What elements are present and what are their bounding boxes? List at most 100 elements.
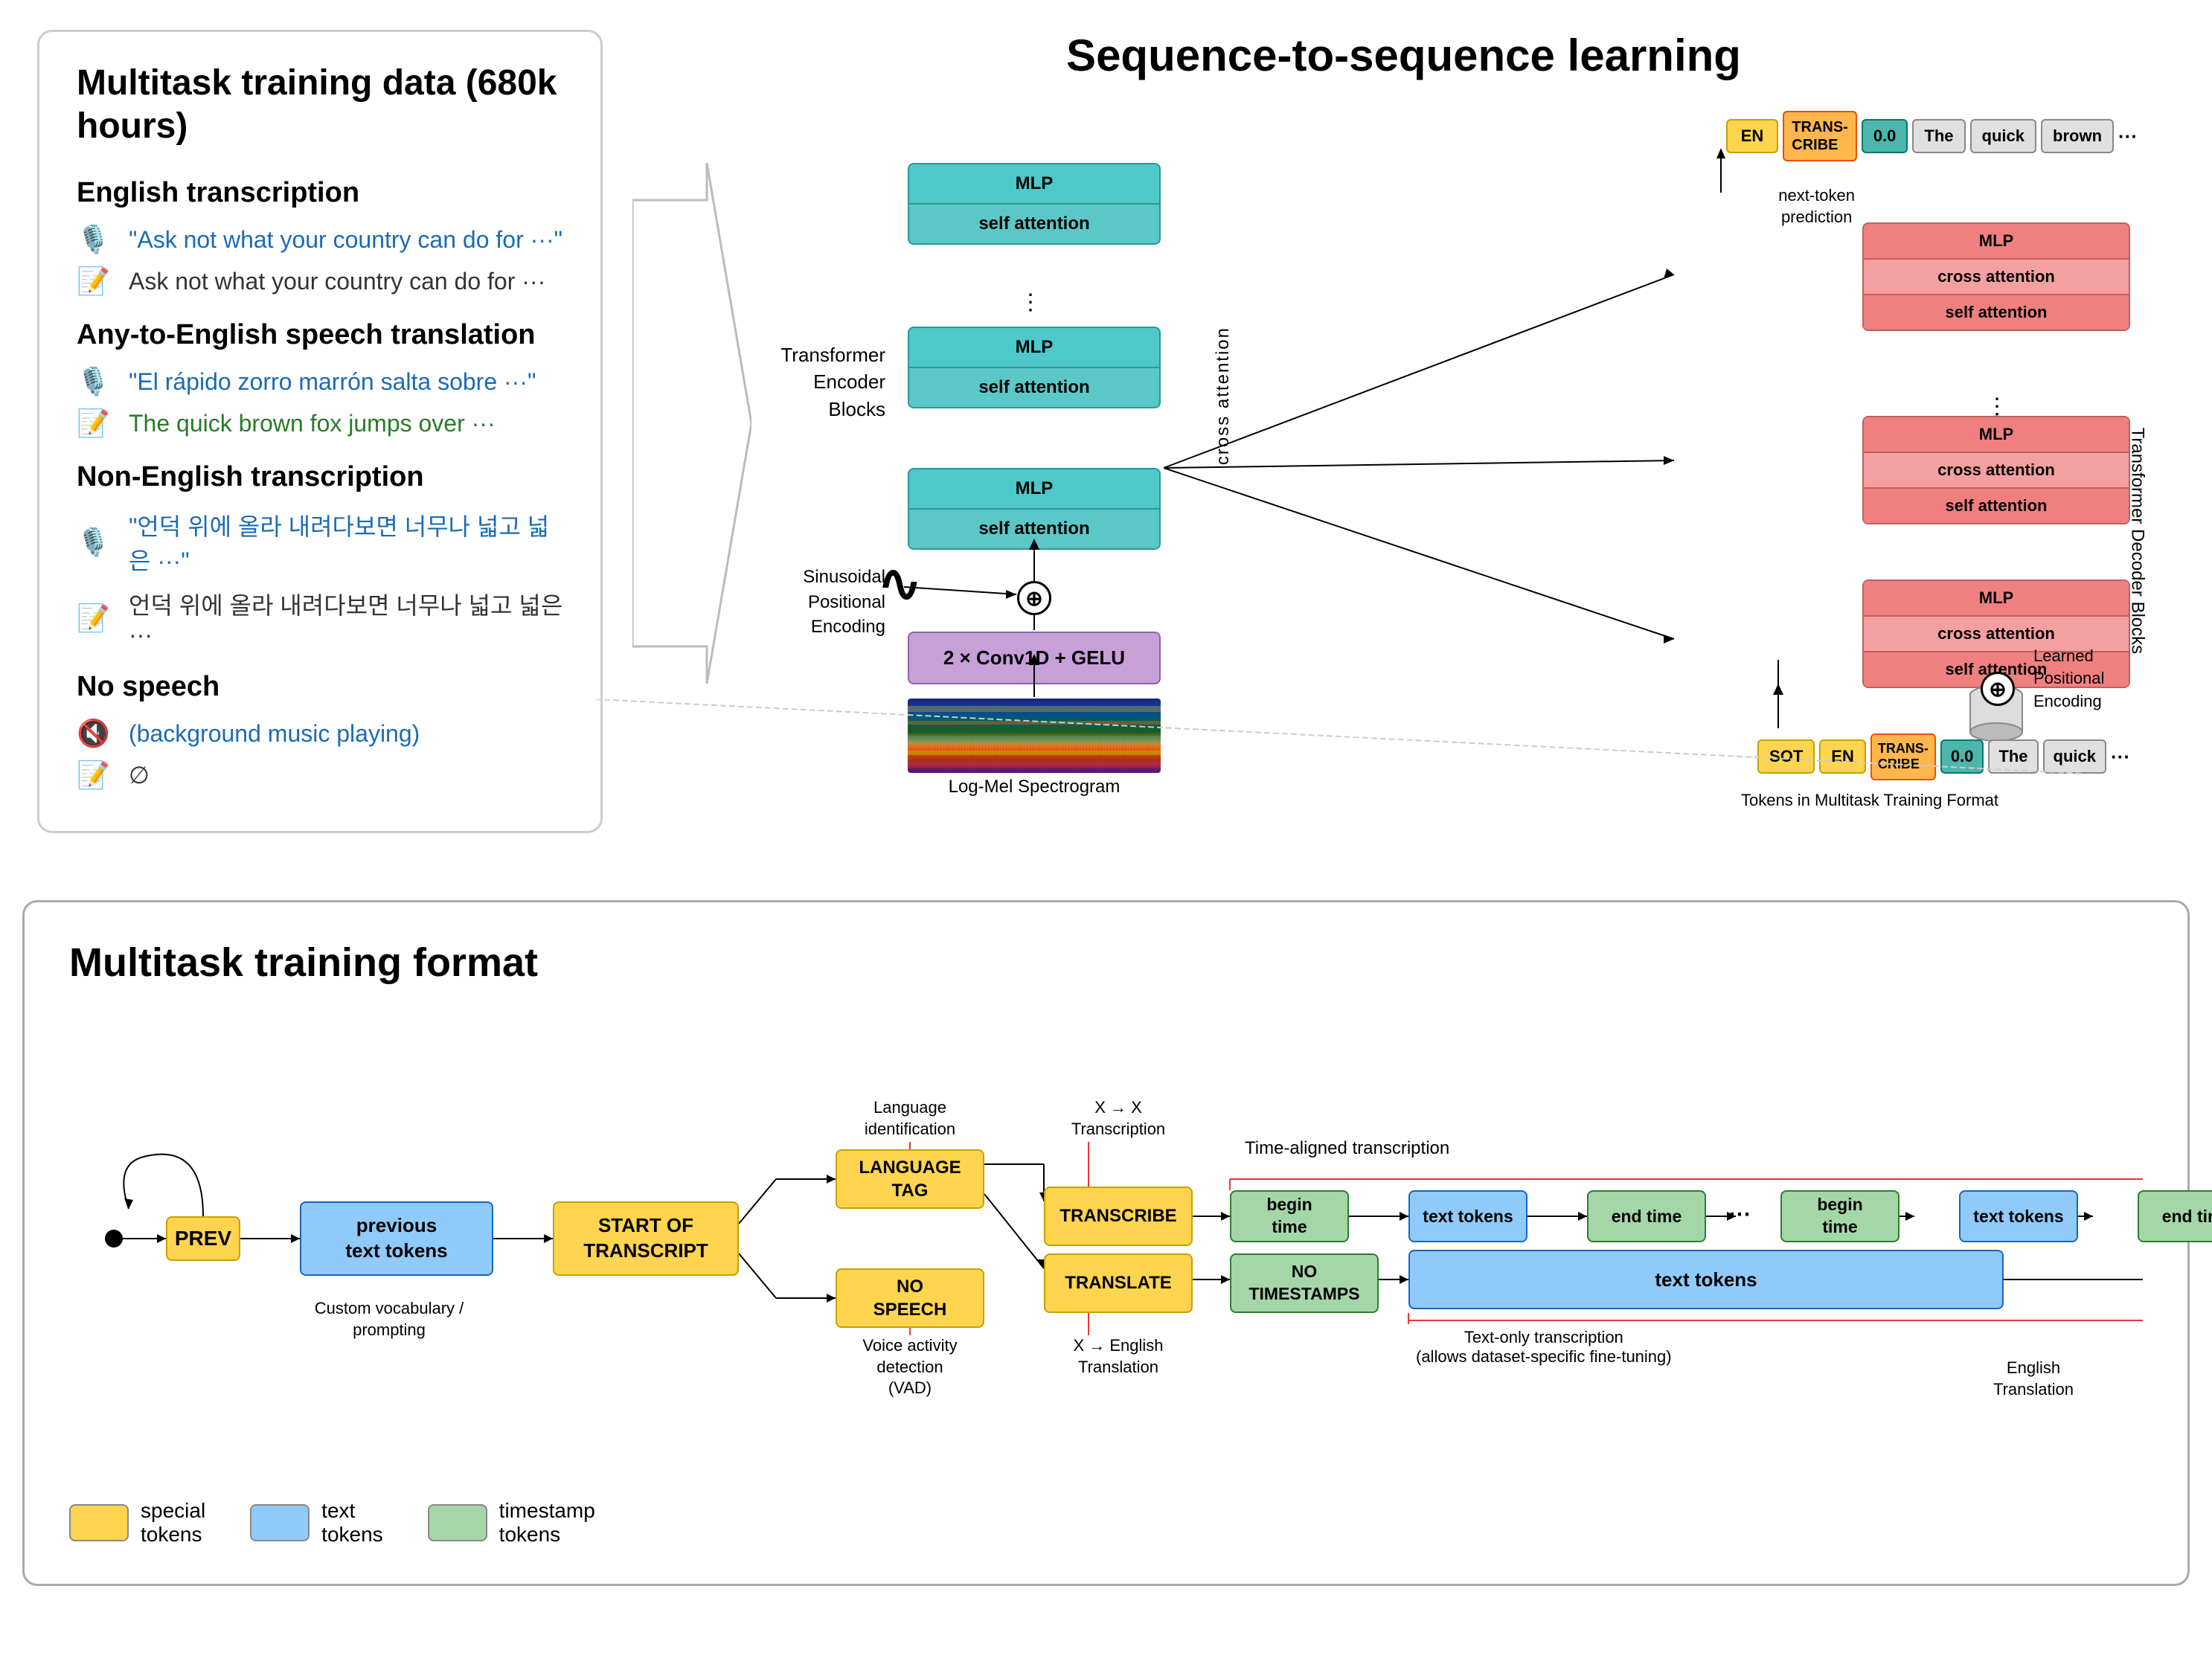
example-text: The quick brown fox jumps over ··· (129, 410, 496, 437)
section-heading-nospeech: No speech (77, 671, 563, 703)
legend: specialtokens texttokens timestamptokens (69, 1499, 2143, 1547)
legend-item-timestamp: timestamptokens (428, 1499, 595, 1547)
section-heading-nonenglish: Non-English transcription (77, 461, 563, 493)
flow-diagram-container: ⋯ (69, 1023, 2143, 1484)
mic-icon: 🎙️ (77, 224, 114, 255)
separator-line (595, 699, 2083, 789)
node-begin-time-2: begintime (1780, 1190, 1900, 1242)
dec-cross-attn-2: cross attention (1864, 453, 2129, 489)
dec-mlp-2: MLP (1864, 417, 2129, 453)
example-row: 📝 언덕 위에 올라 내려다보면 너무나 넓고 넓은 ··· (77, 587, 563, 649)
node-language-tag: LANGUAGETAG (836, 1149, 984, 1209)
label-custom-vocab: Custom vocabulary /prompting (285, 1298, 493, 1341)
seq-title: Sequence-to-sequence learning (632, 30, 2175, 81)
tokens-label: Tokens in Multitask Training Format (1609, 791, 2130, 810)
node-no-speech: NOSPEECH (836, 1268, 984, 1328)
legend-box-special (69, 1504, 129, 1541)
node-text-tokens-big: text tokens (1408, 1250, 2004, 1309)
dec-self-attn-2: self attention (1864, 489, 2129, 523)
decoder-block-1: MLP cross attention self attention (1862, 222, 2130, 331)
encoder-label: TransformerEncoder Blocks (751, 341, 885, 423)
enc-mlp-1: MLP (909, 164, 1159, 205)
dec-mlp-1: MLP (1864, 224, 2129, 260)
decoder-block-2: MLP cross attention self attention (1862, 416, 2130, 524)
enc-attn-1: self attention (909, 205, 1159, 243)
example-row: 📝 The quick brown fox jumps over ··· (77, 408, 563, 439)
label-text-only: Text-only transcription(allows dataset-s… (1416, 1328, 1672, 1367)
node-end-time-1: end time (1587, 1190, 1706, 1242)
node-end-time-2: end time (2138, 1190, 2212, 1242)
example-row: 🎙️ "El rápido zorro marrón salta sobre ·… (77, 366, 563, 397)
big-arrow (632, 163, 751, 684)
legend-label-special: specialtokens (141, 1499, 205, 1547)
section-heading-english: English transcription (77, 177, 563, 209)
label-time-aligned: Time-aligned transcription (1245, 1138, 1449, 1159)
flow-dots: ⋯ (1728, 1201, 1751, 1227)
token-0.0: 0.0 (1862, 119, 1908, 153)
node-text-tokens-1: text tokens (1408, 1190, 1527, 1242)
label-x-to-en: X → EnglishTranslation (1029, 1335, 1208, 1378)
enc-attn-2: self attention (909, 368, 1159, 407)
node-prev: PREV (166, 1216, 240, 1261)
example-row: 🎙️ "언덕 위에 올라 내려다보면 너무나 넓고 넓은 ···" (77, 508, 563, 577)
example-text: "El rápido zorro marrón salta sobre ···" (129, 368, 536, 396)
legend-label-timestamp: timestamptokens (499, 1499, 595, 1547)
label-english-translation: EnglishTranslation (1959, 1358, 2108, 1400)
plus-circle-enc: ⊕ (1017, 581, 1051, 615)
token-quick: quick (1970, 119, 2036, 153)
example-text: (background music playing) (129, 720, 420, 748)
node-translate: TRANSLATE (1044, 1253, 1193, 1313)
mic-icon: 🎙️ (77, 527, 114, 558)
bottom-section: Multitask training format (22, 900, 2190, 1586)
legend-item-special: specialtokens (69, 1499, 205, 1547)
encoder-dots: ⋮ (1019, 289, 1045, 315)
label-language-id: Languageidentification (813, 1097, 1007, 1140)
token-brown: brown (2041, 119, 2114, 153)
node-text-tokens-2: text tokens (1959, 1190, 2078, 1242)
enc-mlp-3: MLP (909, 469, 1159, 510)
pencil-icon: 📝 (77, 408, 114, 439)
example-row: 🎙️ "Ask not what your country can do for… (77, 224, 563, 255)
node-transcribe: TRANSCRIBE (1044, 1187, 1193, 1246)
encoder-block-1: MLP self attention (908, 163, 1161, 245)
legend-item-text: texttokens (250, 1499, 383, 1547)
dec-mlp-3: MLP (1864, 581, 2129, 617)
encoder-block-2: MLP self attention (908, 327, 1161, 408)
bottom-title: Multitask training format (69, 940, 2143, 986)
dec-self-attn-1: self attention (1864, 295, 2129, 330)
enc-attn-3: self attention (909, 510, 1159, 548)
example-text: ∅ (129, 761, 150, 789)
section-heading-translation: Any-to-English speech translation (77, 319, 563, 351)
node-prev-text-tokens: previoustext tokens (300, 1201, 493, 1276)
label-x-to-x: X → XTranscription (1029, 1097, 1208, 1140)
dec-cross-attn-1: cross attention (1864, 260, 2129, 295)
node-begin-time-1: begintime (1230, 1190, 1349, 1242)
conv-block: 2 × Conv1D + GELU (908, 632, 1161, 684)
token-dots-top: ··· (2118, 125, 2138, 148)
example-row: 📝 ∅ (77, 760, 563, 791)
token-dots-bottom: ··· (2111, 745, 2130, 768)
node-no-timestamps: NOTIMESTAMPS (1230, 1253, 1379, 1313)
next-token-arrow (1714, 148, 1728, 193)
mic-icon: 🎙️ (77, 366, 114, 397)
decoder-label: Transformer Decoder Blocks (2126, 428, 2149, 472)
sinusoidal-tilde: ∿ (878, 557, 922, 609)
conv-label: 2 × Conv1D + GELU (908, 632, 1161, 684)
cross-attention-label: cross attention (1213, 327, 1234, 465)
example-text: Ask not what your country can do for ··· (129, 268, 545, 295)
left-box: Multitask training data (680k hours) Eng… (37, 30, 603, 833)
pencil-icon: 📝 (77, 266, 114, 297)
example-row: 📝 Ask not what your country can do for ·… (77, 266, 563, 297)
legend-label-text: texttokens (321, 1499, 383, 1547)
pencil-icon: 📝 (77, 760, 114, 791)
sinusoidal-label: SinusoidalPositionalEncoding (759, 565, 885, 640)
example-text: "언덕 위에 올라 내려다보면 너무나 넓고 넓은 ···" (129, 508, 563, 577)
token-en: EN (1726, 119, 1779, 153)
legend-box-timestamp (428, 1504, 487, 1541)
mute-icon: 🔇 (77, 718, 114, 749)
left-box-title: Multitask training data (680k hours) (77, 62, 563, 147)
next-token-label: next-tokenprediction (1778, 185, 1855, 228)
plus-circle-dec: ⊕ (1981, 672, 2015, 706)
output-token-row: EN TRANS-CRIBE 0.0 The quick brown ··· (1726, 111, 2138, 161)
enc-mlp-2: MLP (909, 328, 1159, 368)
